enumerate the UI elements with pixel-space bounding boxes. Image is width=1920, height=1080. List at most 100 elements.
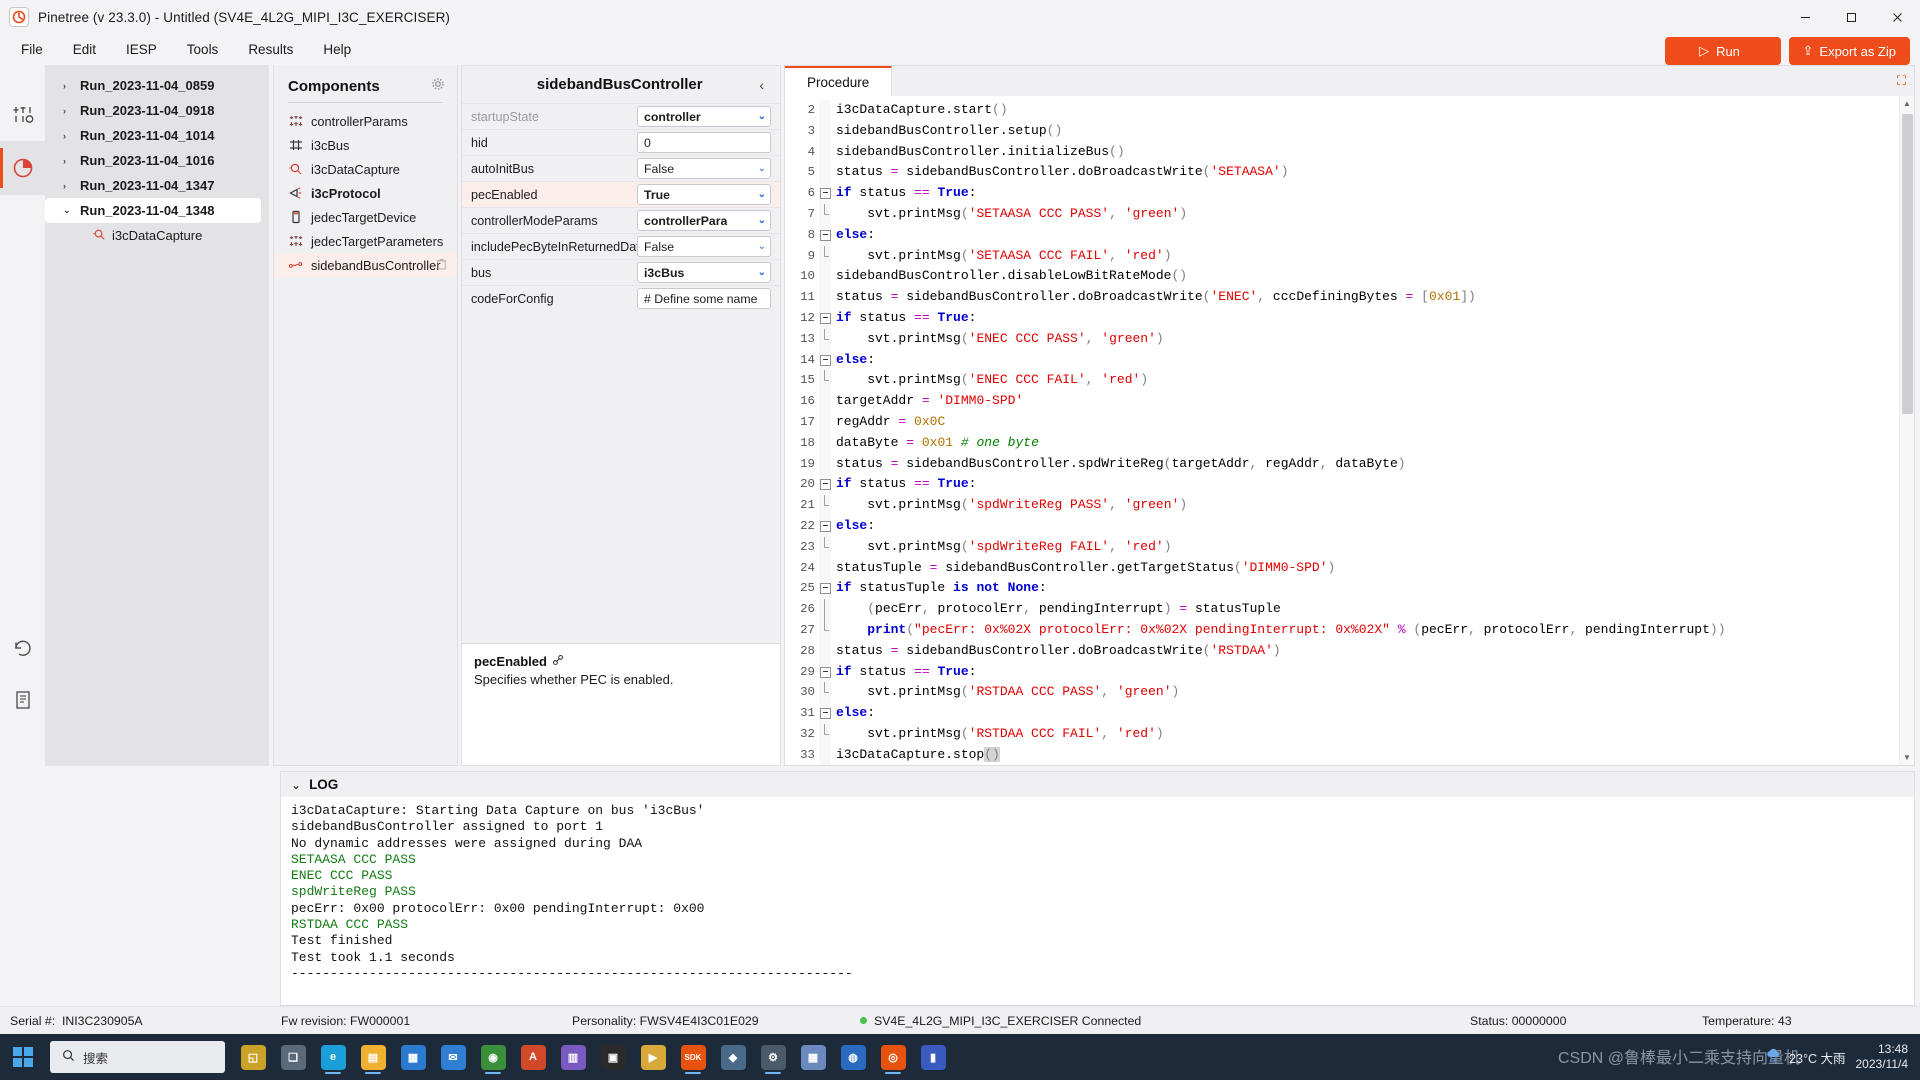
app-icon-browser[interactable]: ◍	[835, 1037, 871, 1077]
property-select[interactable]: controllerPara ⌄	[637, 210, 771, 231]
component-item[interactable]: sidebandBusController	[274, 253, 457, 277]
trash-icon[interactable]	[436, 258, 447, 273]
gear-icon[interactable]	[431, 77, 445, 96]
chevron-down-icon[interactable]: ⌄	[754, 241, 766, 252]
app-icon-notepad[interactable]: ▥	[555, 1037, 591, 1077]
export-as-zip-button[interactable]: ⇪ Export as Zip	[1788, 37, 1910, 65]
report-icon[interactable]	[0, 674, 45, 726]
app-icon-edge[interactable]: e	[315, 1037, 351, 1077]
chevron-down-icon[interactable]: ⌄	[754, 267, 766, 278]
component-item[interactable]: i3cBus	[274, 133, 457, 157]
code-line: 9 svt.printMsg('SETAASA CCC FAIL', 'red'…	[785, 245, 1899, 267]
component-item[interactable]: i3cProtocol	[274, 181, 457, 205]
log-header[interactable]: ⌄ LOG	[281, 772, 1914, 797]
app-icon-sdk[interactable]: SDK	[675, 1037, 711, 1077]
scroll-up-arrow[interactable]: ▲	[1900, 96, 1914, 111]
chevron-right-icon[interactable]: ›	[63, 181, 73, 191]
property-name: codeForConfig	[471, 291, 554, 306]
windows-start-icon[interactable]	[0, 1047, 46, 1067]
chevron-right-icon[interactable]: ›	[63, 156, 73, 166]
taskbar-clock[interactable]: 13:48 2023/11/4	[1856, 1042, 1909, 1072]
app-icon-tool[interactable]: ◆	[715, 1037, 751, 1077]
app-icon-store[interactable]: ▦	[395, 1037, 431, 1077]
property-select[interactable]: False ⌄	[637, 236, 771, 257]
fold-toggle-icon[interactable]	[819, 474, 831, 496]
app-icon-terminal[interactable]: ▣	[595, 1037, 631, 1077]
chevron-down-icon[interactable]: ⌄	[754, 111, 766, 122]
fold-toggle-icon[interactable]	[819, 307, 831, 329]
component-item[interactable]: jedecTargetDevice	[274, 205, 457, 229]
fold-guide	[819, 619, 831, 641]
run-item[interactable]: › Run_2023-11-04_0918	[45, 98, 261, 123]
fold-toggle-icon[interactable]	[819, 183, 831, 204]
component-item[interactable]: jedecTargetParameters	[274, 229, 457, 253]
property-select[interactable]: True ⌄	[637, 184, 771, 205]
scroll-down-arrow[interactable]: ▼	[1900, 750, 1914, 765]
close-button[interactable]	[1874, 0, 1920, 34]
chevron-down-icon[interactable]: ⌄	[754, 163, 766, 174]
results-chart-icon[interactable]	[0, 141, 45, 195]
menu-edit[interactable]: Edit	[58, 38, 111, 61]
run-item-label: Run_2023-11-04_1014	[80, 128, 215, 143]
minimize-button[interactable]	[1782, 0, 1828, 34]
run-item[interactable]: › Run_2023-11-04_1014	[45, 123, 261, 148]
fold-toggle-icon[interactable]	[819, 349, 831, 371]
fold-toggle-icon[interactable]	[819, 578, 831, 600]
component-item[interactable]: i3cDataCapture	[274, 157, 457, 181]
menu-iesp[interactable]: IESP	[111, 38, 172, 61]
menu-file[interactable]: File	[6, 38, 58, 61]
taskbar-search-input[interactable]: 搜索	[50, 1041, 225, 1073]
app-icon-chart[interactable]: ▮	[915, 1037, 951, 1077]
app-icon-settings[interactable]: ⚙	[755, 1037, 791, 1077]
code-editor[interactable]: 2 i3cDataCapture.start() 3 sidebandBusContr…	[785, 96, 1899, 765]
app-icon-adobe[interactable]: A	[515, 1037, 551, 1077]
property-text-input[interactable]: 0	[637, 132, 771, 153]
app-icon-nav[interactable]: ◱	[235, 1037, 271, 1077]
property-select[interactable]: False ⌄	[637, 158, 771, 179]
maximize-button[interactable]	[1828, 0, 1874, 34]
app-icon-grid[interactable]: ▦	[795, 1037, 831, 1077]
chevron-down-icon[interactable]: ⌄	[63, 205, 73, 216]
run-item[interactable]: › Run_2023-11-04_1347	[45, 173, 261, 198]
property-select[interactable]: controller ⌄	[637, 106, 771, 127]
app-icon-python[interactable]: ▶	[635, 1037, 671, 1077]
chevron-down-icon[interactable]: ⌄	[754, 189, 766, 200]
app-icon-chrome[interactable]: ◉	[475, 1037, 511, 1077]
app-icon-mail[interactable]: ✉	[435, 1037, 471, 1077]
run-item[interactable]: › Run_2023-11-04_1016	[45, 148, 261, 173]
fold-toggle-icon[interactable]	[819, 703, 831, 724]
menu-tools[interactable]: Tools	[172, 38, 234, 61]
code-text: if statusTuple is not None:	[836, 580, 1047, 596]
tab-procedure[interactable]: Procedure	[785, 66, 893, 96]
chevron-left-icon[interactable]: ‹	[759, 77, 772, 93]
chevron-down-icon[interactable]: ⌄	[754, 215, 766, 226]
chevron-right-icon[interactable]: ›	[63, 131, 73, 141]
app-icon-taskview[interactable]: ❏	[275, 1037, 311, 1077]
property-value: i3cBus	[644, 265, 685, 280]
run-button[interactable]: ▷ Run	[1664, 37, 1781, 65]
property-text-input[interactable]: # Define some name	[637, 288, 771, 309]
menu-help[interactable]: Help	[308, 38, 366, 61]
chevron-down-icon[interactable]: ⌄	[291, 778, 301, 792]
refresh-icon[interactable]	[0, 622, 45, 674]
chevron-right-icon[interactable]: ›	[63, 81, 73, 91]
chevron-right-icon[interactable]: ›	[63, 106, 73, 116]
instrument-icon[interactable]	[0, 87, 45, 141]
menu-results[interactable]: Results	[233, 38, 308, 61]
component-item[interactable]: controllerParams	[274, 109, 457, 133]
property-select[interactable]: i3cBus ⌄	[637, 262, 771, 283]
fold-toggle-icon[interactable]	[819, 661, 831, 683]
properties-spacer	[462, 311, 780, 643]
fold-toggle-icon[interactable]	[819, 515, 831, 537]
run-item[interactable]: ⌄ Run_2023-11-04_1348	[45, 198, 261, 223]
app-icon-pinetree[interactable]: ◎	[875, 1037, 911, 1077]
fold-toggle-icon[interactable]	[819, 224, 831, 246]
weather-widget[interactable]: 23°C 大雨	[1765, 1047, 1846, 1068]
app-icon-explorer[interactable]: ▤	[355, 1037, 391, 1077]
run-child-item[interactable]: i3cDataCapture	[45, 223, 269, 248]
run-item[interactable]: › Run_2023-11-04_0859	[45, 73, 261, 98]
scrollbar-thumb[interactable]	[1902, 114, 1913, 414]
link-icon[interactable]	[552, 654, 564, 669]
expand-icon[interactable]: ⛶	[1897, 73, 1906, 89]
editor-vertical-scrollbar[interactable]: ▲ ▼	[1899, 96, 1914, 765]
